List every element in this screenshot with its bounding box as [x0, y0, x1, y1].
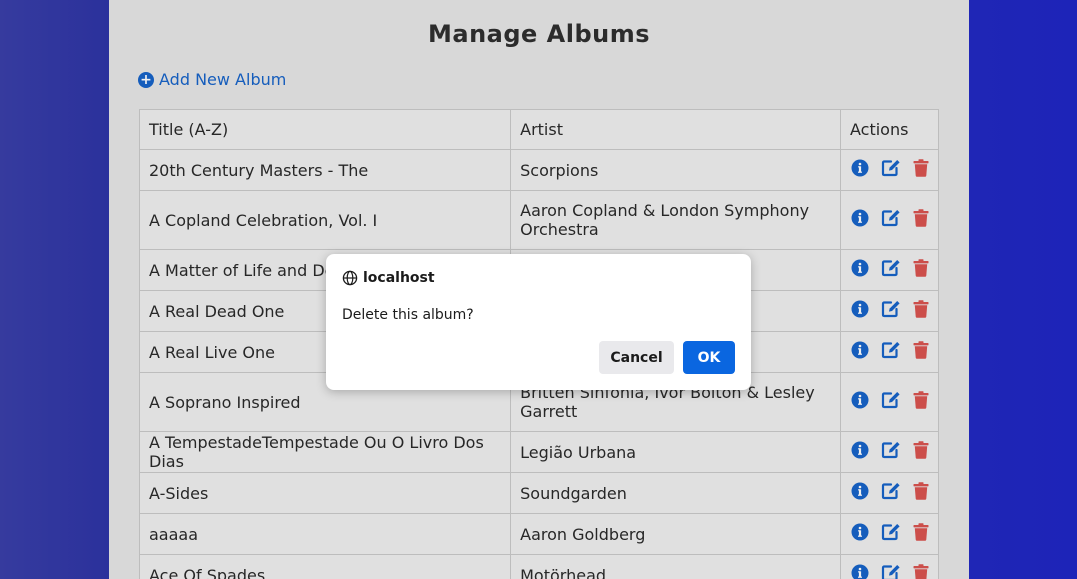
- dialog-message: Delete this album?: [342, 307, 474, 323]
- ok-button[interactable]: OK: [683, 341, 735, 374]
- cancel-button[interactable]: Cancel: [599, 341, 674, 374]
- dialog-header: localhost: [342, 270, 435, 286]
- globe-icon: [342, 270, 358, 286]
- dialog-origin: localhost: [363, 270, 435, 286]
- confirm-dialog: localhost Delete this album? Cancel OK: [326, 254, 751, 390]
